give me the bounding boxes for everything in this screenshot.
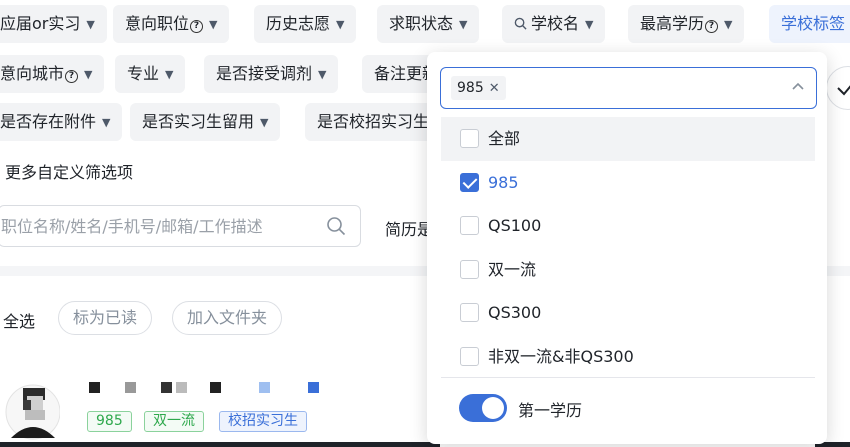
filter-major[interactable]: 专业 ▼ (115, 55, 186, 93)
chevron-down-icon: ▼ (459, 18, 468, 31)
filter-label: 是否接受调剂 (216, 64, 313, 83)
panel-divider (441, 377, 815, 378)
help-icon: ? (65, 70, 79, 83)
chevron-down-icon: ▼ (86, 18, 95, 31)
school-tag-985: 985 (87, 411, 132, 432)
filter-school-tag[interactable]: 学校标签 (769, 5, 850, 43)
filter-school-name[interactable]: 学校名 ▼ (502, 5, 606, 43)
search-input[interactable] (0, 206, 309, 246)
filter-history-application[interactable]: 历史志愿 ▼ (254, 5, 357, 43)
filter-accept-adjustment[interactable]: 是否接受调剂 ▼ (204, 55, 339, 93)
name-mosaic (259, 382, 270, 393)
chevron-down-icon: ▼ (318, 68, 327, 81)
checkbox[interactable] (460, 216, 479, 235)
option-qs300[interactable]: QS300 (441, 291, 815, 335)
filter-label: 意向职位 (125, 14, 190, 33)
filter-label: 学校标签 (781, 14, 846, 33)
school-tag-double-first-class: 双一流 (144, 411, 204, 432)
check-icon (837, 85, 850, 96)
option-label: 全部 (488, 129, 521, 148)
name-mosaic (125, 382, 136, 393)
option-double-first-class[interactable]: 双一流 (441, 248, 815, 292)
filter-has-attachment[interactable]: 是否存在附件 ▼ (0, 103, 123, 141)
chevron-down-icon: ▼ (585, 18, 594, 31)
chevron-down-icon: ▼ (209, 18, 218, 31)
name-mosaic (308, 382, 319, 393)
more-custom-filters-link[interactable]: 更多自定义筛选项 (5, 159, 133, 183)
option-label: 985 (488, 172, 519, 192)
name-mosaic (176, 382, 187, 393)
option-label: 双一流 (488, 259, 537, 279)
filter-intended-position[interactable]: 意向职位? ▼ (113, 5, 230, 43)
option-label: QS300 (488, 303, 542, 322)
filter-highest-degree[interactable]: 最高学历? ▼ (628, 5, 745, 43)
filter-label: 历史志愿 (266, 14, 331, 33)
help-icon: ? (705, 20, 719, 33)
select-all-checkbox-label[interactable]: 全选 (3, 308, 35, 332)
school-tag-dropdown: 985 ✕ 全部 985 QS100 双一流 QS300 非双一流&非QS300 … (427, 52, 827, 444)
search-icon (514, 17, 527, 30)
filter-label: 意向城市 (0, 64, 65, 83)
chevron-down-icon: ▼ (102, 116, 111, 129)
school-tag-select[interactable]: 985 ✕ (440, 67, 817, 109)
checkbox[interactable] (460, 303, 479, 322)
campus-intern-tag: 校招实习生 (219, 411, 307, 432)
name-mosaic (89, 382, 100, 393)
help-icon: ? (190, 20, 204, 33)
chevron-up-icon[interactable] (790, 79, 806, 95)
add-to-folder-button[interactable]: 加入文件夹 (172, 301, 283, 335)
first-degree-toggle[interactable] (459, 394, 507, 422)
filter-label: 最高学历 (640, 14, 705, 33)
chevron-down-icon: ▼ (336, 18, 345, 31)
option-qs100[interactable]: QS100 (441, 204, 815, 248)
close-icon[interactable]: ✕ (489, 81, 500, 96)
option-all[interactable]: 全部 (441, 117, 815, 161)
toggle-label: 第一学历 (518, 401, 583, 420)
chevron-down-icon: ▼ (260, 116, 269, 129)
filter-intended-city[interactable]: 意向城市? ▼ (0, 55, 105, 93)
filter-label: 是否存在附件 (0, 112, 97, 131)
option-label: QS100 (488, 216, 542, 235)
token-label: 985 (457, 80, 484, 96)
search-field[interactable] (0, 205, 361, 247)
search-icon[interactable] (326, 216, 346, 236)
filter-label: 应届or实习 (0, 14, 81, 33)
name-mosaic (161, 382, 172, 393)
filter-campus-intern[interactable]: 是否校招实习生 (305, 103, 442, 141)
selected-token: 985 ✕ (451, 76, 506, 100)
filter-label: 是否实习生留用 (142, 112, 255, 131)
checkbox[interactable] (460, 129, 479, 148)
filter-label: 是否校招实习生 (317, 112, 430, 131)
confirm-button[interactable] (826, 66, 850, 110)
option-non-double-first-class-non-qs300[interactable]: 非双一流&非QS300 (441, 335, 815, 379)
chevron-down-icon: ▼ (165, 68, 174, 81)
filter-intern-retained[interactable]: 是否实习生留用 ▼ (130, 103, 281, 141)
option-label: 非双一流&非QS300 (488, 346, 634, 366)
avatar (5, 384, 60, 440)
chevron-down-icon: ▼ (84, 68, 93, 81)
checkbox[interactable] (460, 346, 479, 366)
checkbox-checked[interactable] (460, 172, 479, 192)
filter-label: 专业 (127, 64, 160, 83)
name-mosaic (210, 382, 221, 393)
chevron-down-icon: ▼ (724, 18, 733, 31)
filter-graduate-or-intern[interactable]: 应届or实习 ▼ (0, 5, 107, 43)
mark-read-button[interactable]: 标为已读 (58, 301, 153, 335)
checkbox[interactable] (460, 259, 479, 279)
filter-job-status[interactable]: 求职状态 ▼ (377, 5, 480, 43)
option-985[interactable]: 985 (441, 161, 815, 205)
filter-label: 求职状态 (389, 14, 454, 33)
option-list: 全部 985 QS100 双一流 QS300 非双一流&非QS300 (441, 117, 815, 378)
filter-label: 学校名 (531, 14, 580, 33)
